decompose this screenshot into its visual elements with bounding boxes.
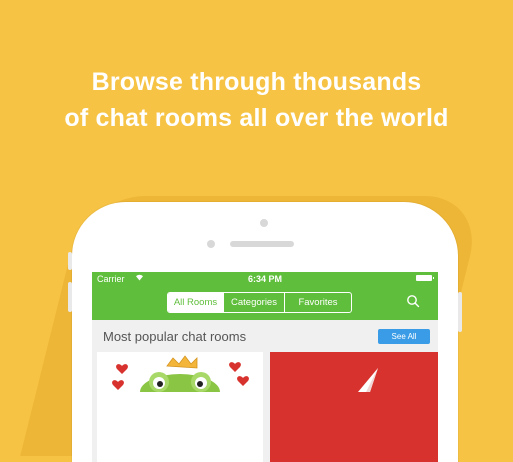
paper-plane-icon (358, 368, 378, 392)
heart-icon (116, 364, 128, 374)
phone-side-button (68, 252, 72, 270)
phone-side-button (458, 292, 462, 332)
heart-icon (237, 376, 249, 386)
nav-bar: Carrier 6:34 PM All Rooms Categories Fav… (92, 272, 438, 320)
heart-icon (229, 362, 241, 372)
room-card[interactable] (97, 352, 263, 462)
tab-categories[interactable]: Categories (223, 293, 284, 312)
battery-icon (416, 275, 434, 281)
promo-headline: Browse through thousands of chat rooms a… (0, 64, 513, 136)
camera-icon (260, 219, 268, 227)
tab-favorites[interactable]: Favorites (284, 293, 351, 312)
frog-icon (112, 355, 249, 410)
search-icon[interactable] (406, 294, 420, 308)
heart-icon (112, 380, 124, 390)
app-screen: Carrier 6:34 PM All Rooms Categories Fav… (92, 272, 438, 462)
tab-all-rooms[interactable]: All Rooms (168, 293, 223, 312)
phone-mockup: Carrier 6:34 PM All Rooms Categories Fav… (68, 202, 462, 462)
status-time: 6:34 PM (247, 274, 282, 284)
room-card[interactable] (270, 352, 438, 462)
phone-side-button (68, 282, 72, 312)
headline-line-1: Browse through thousands (91, 68, 422, 96)
see-all-button[interactable]: See All (378, 329, 430, 344)
status-bar: Carrier 6:34 PM (92, 272, 438, 286)
crown-icon (166, 355, 198, 369)
headline-line-2: of chat rooms all over the world (64, 104, 449, 132)
room-filter-tabs: All Rooms Categories Favorites (167, 292, 352, 313)
section-title: Most popular chat rooms (103, 329, 247, 344)
sensor-dot (207, 240, 215, 248)
speaker-grille (230, 241, 294, 247)
